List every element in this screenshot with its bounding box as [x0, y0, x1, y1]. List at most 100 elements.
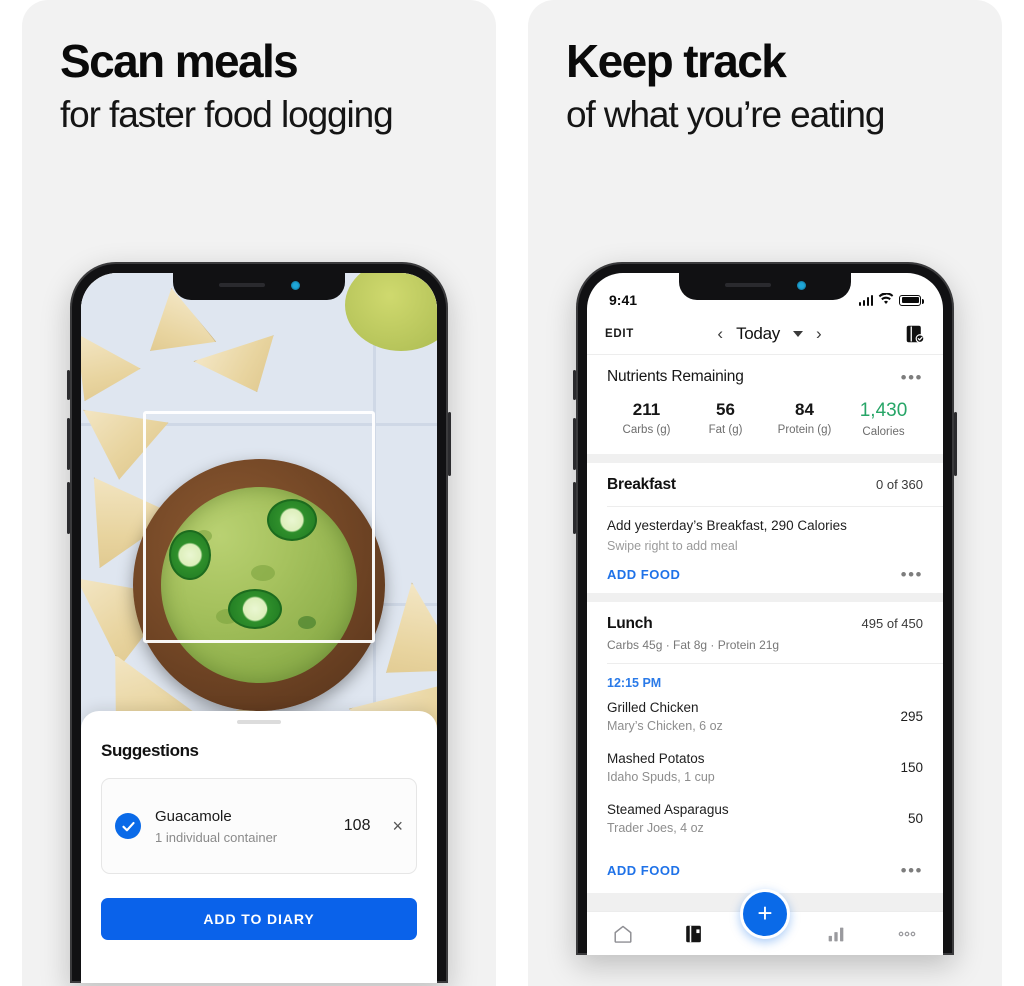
scan-frame-overlay	[143, 411, 375, 643]
chevron-left-icon[interactable]: ‹	[717, 325, 723, 342]
food-entry-row[interactable]: Grilled Chicken Mary’s Chicken, 6 oz 295	[587, 690, 943, 741]
more-icon[interactable]: •••	[901, 862, 923, 879]
suggestions-title: Suggestions	[101, 741, 199, 760]
diary-content[interactable]: Nutrients Remaining ••• 211 Carbs (g) 56	[587, 355, 943, 955]
more-icon[interactable]: •••	[901, 369, 923, 386]
phone-mute-switch	[573, 370, 576, 400]
page-subtitle: for faster food logging	[60, 93, 394, 135]
nutrient-cell: 1,430 Calories	[844, 400, 923, 438]
food-serving: Mary’s Chicken, 6 oz	[607, 719, 723, 733]
headline-block-left: Scan meals for faster food logging	[22, 0, 496, 137]
status-icons	[858, 292, 924, 308]
food-name: Grilled Chicken	[607, 700, 699, 715]
add-yesterday-label[interactable]: Add yesterday’s Breakfast, 290 Calories	[607, 518, 923, 533]
add-food-button[interactable]: ADD FOOD	[607, 567, 680, 582]
nutrients-header: Nutrients Remaining •••	[607, 368, 923, 386]
page-title: Scan meals	[60, 35, 299, 87]
phone-frame: Suggestions Guacamole 1 individual conta…	[67, 262, 451, 983]
headline-block-right: Keep track of what you’re eating	[528, 0, 1002, 137]
meal-section-breakfast: Breakfast 0 of 360 Add yesterday’s Break…	[587, 463, 943, 593]
suggestion-item[interactable]: Guacamole 1 individual container 108 ×	[101, 778, 417, 874]
nutrient-cell: 84 Protein (g)	[765, 400, 844, 438]
food-entry-text: Steamed Asparagus Trader Joes, 4 oz	[607, 802, 729, 835]
food-entry-text: Mashed Potatos Idaho Spuds, 1 cup	[607, 751, 715, 784]
nutrients-row: 211 Carbs (g) 56 Fat (g) 84 Protein (g)	[607, 400, 923, 438]
food-calories: 50	[907, 811, 923, 826]
wifi-icon	[878, 292, 894, 308]
phone-power-button	[448, 412, 451, 476]
suggestion-text: Guacamole 1 individual container	[155, 808, 330, 845]
food-entry-text: Grilled Chicken Mary’s Chicken, 6 oz	[607, 700, 723, 733]
earpiece-speaker	[218, 283, 265, 287]
nutrient-label: Carbs (g)	[622, 424, 671, 436]
diary-check-icon[interactable]	[905, 324, 925, 344]
tab-home[interactable]	[587, 923, 658, 945]
diary-navbar: EDIT ‹ Today ›	[587, 313, 943, 355]
add-to-diary-button[interactable]: ADD TO DIARY	[101, 898, 417, 940]
swipe-hint-label: Swipe right to add meal	[607, 539, 738, 553]
meal-body: Add yesterday’s Breakfast, 290 Calories …	[587, 507, 943, 593]
food-diary-screen: 9:41 EDIT ‹ Today › Nutrients Remaining …	[587, 273, 943, 955]
edit-button[interactable]: EDIT	[605, 328, 634, 340]
add-food-row: ADD FOOD •••	[607, 566, 923, 583]
nutrient-cell: 56 Fat (g)	[686, 400, 765, 438]
meal-name: Breakfast	[607, 476, 676, 493]
page-title: Keep track	[566, 35, 787, 87]
suggestion-calories: 108	[343, 817, 371, 834]
suggestions-sheet: Suggestions Guacamole 1 individual conta…	[81, 711, 437, 983]
meal-time-label[interactable]: 12:15 PM	[587, 664, 943, 690]
meal-calorie-count: 0 of 360	[876, 477, 923, 492]
nutrient-label: Protein (g)	[777, 424, 832, 436]
add-food-fab[interactable]: +	[740, 889, 790, 939]
nutrient-value: 84	[795, 400, 814, 419]
current-day-label[interactable]: Today	[736, 324, 780, 344]
sheet-drag-handle[interactable]	[237, 720, 281, 724]
phone-power-button	[954, 412, 957, 476]
meal-macros: Carbs 45g · Fat 8g · Protein 21g	[607, 638, 780, 652]
phone-notch	[679, 273, 851, 300]
nutrients-title: Nutrients Remaining	[607, 368, 744, 385]
front-camera-icon	[290, 280, 300, 290]
tab-diary[interactable]	[658, 923, 729, 945]
meal-name: Lunch	[607, 615, 653, 632]
add-icon: +	[757, 897, 773, 928]
panel-scan-meals: Scan meals for faster food logging Sugge…	[22, 0, 496, 986]
more-icon	[899, 931, 916, 936]
nutrient-label: Fat (g)	[708, 424, 743, 436]
tab-progress[interactable]	[801, 923, 872, 945]
check-circle-icon[interactable]	[115, 813, 141, 839]
chevron-right-icon[interactable]: ›	[816, 325, 822, 342]
nutrients-remaining-card: Nutrients Remaining ••• 211 Carbs (g) 56	[587, 355, 943, 454]
chevron-down-icon[interactable]	[792, 330, 803, 337]
meal-header[interactable]: Breakfast 0 of 360	[587, 463, 943, 506]
nutrient-cell: 211 Carbs (g)	[607, 400, 686, 438]
food-entry-row[interactable]: Mashed Potatos Idaho Spuds, 1 cup 150	[587, 741, 943, 792]
meal-calorie-count: 495 of 450	[861, 616, 923, 631]
food-name: Mashed Potatos	[607, 751, 705, 766]
add-food-row: ADD FOOD •••	[587, 856, 943, 893]
tab-more[interactable]	[872, 923, 943, 945]
battery-icon	[899, 294, 924, 306]
food-serving: Idaho Spuds, 1 cup	[607, 770, 715, 784]
phone-volume-down	[573, 482, 576, 534]
section-divider	[587, 454, 943, 463]
more-icon[interactable]: •••	[901, 566, 923, 583]
suggestion-name: Guacamole	[155, 807, 232, 825]
phone-notch	[173, 273, 345, 300]
phone-mockup-left: Suggestions Guacamole 1 individual conta…	[22, 262, 496, 983]
food-entry-row[interactable]: Steamed Asparagus Trader Joes, 4 oz 50	[587, 792, 943, 843]
food-calories: 150	[900, 760, 923, 775]
panel-keep-track: Keep track of what you’re eating 9:41 ED…	[528, 0, 1002, 986]
phone-volume-down	[67, 482, 70, 534]
home-icon	[614, 925, 632, 943]
phone-mockup-right: 9:41 EDIT ‹ Today › Nutrients Remaining …	[528, 262, 1002, 955]
diary-icon	[686, 925, 701, 942]
food-calories: 295	[900, 709, 923, 724]
earpiece-speaker	[724, 283, 771, 287]
page-subtitle: of what you’re eating	[566, 93, 885, 135]
section-divider	[587, 593, 943, 602]
close-icon[interactable]: ×	[392, 817, 403, 835]
phone-volume-up	[67, 418, 70, 470]
status-time: 9:41	[609, 292, 638, 308]
add-food-button[interactable]: ADD FOOD	[607, 863, 680, 878]
